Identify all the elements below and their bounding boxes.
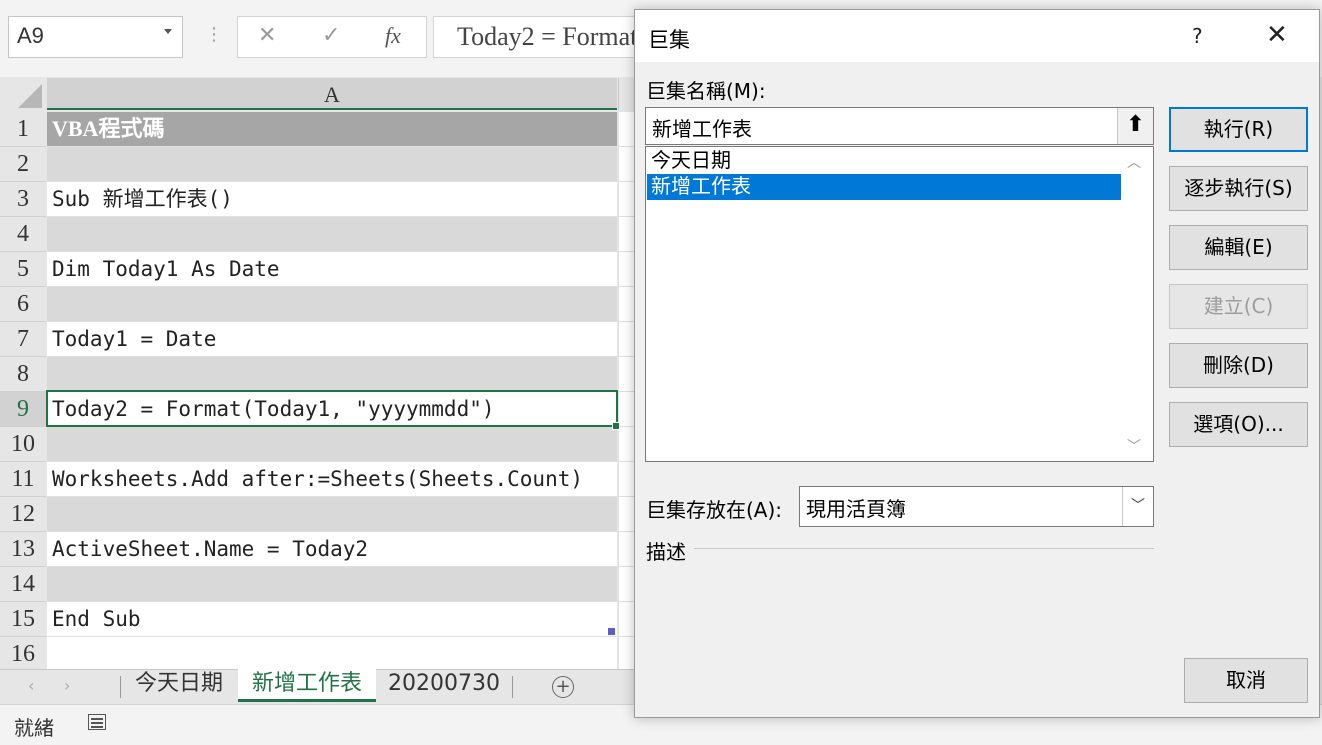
tab-separator [120,676,121,698]
cell-a6[interactable] [47,287,617,322]
macro-recording-icon[interactable] [88,714,106,730]
close-icon[interactable]: ✕ [1266,20,1288,50]
tab-separator [512,676,513,698]
row-header[interactable]: 4 [0,217,46,252]
row-header[interactable]: 9 [0,392,46,427]
function-icon[interactable]: fx [385,23,401,49]
row-header[interactable]: 1 [0,112,46,147]
description-label: 描述 [646,540,686,564]
check-icon[interactable]: ✓ [322,23,340,48]
cell-a4[interactable] [47,217,617,252]
row-header[interactable]: 7 [0,322,46,357]
macro-list-item-selected[interactable]: 新增工作表 [647,174,1121,200]
row-header[interactable]: 14 [0,567,46,602]
cell-a12[interactable] [47,497,617,532]
status-text: 就緒 [14,716,54,740]
create-button: 建立(C) [1169,284,1308,329]
options-button[interactable]: 選項(O)... [1169,402,1308,447]
row-header[interactable]: 15 [0,602,46,637]
tab-scroll-left-icon[interactable]: ‹ [28,676,34,695]
macro-name-input[interactable]: 新增工作表 [645,107,1154,145]
row-header[interactable]: 16 [0,637,46,672]
cell-a3[interactable]: Sub 新增工作表() [47,182,617,217]
row-header[interactable]: 11 [0,462,46,497]
cell-a11[interactable]: Worksheets.Add after:=Sheets(Sheets.Coun… [47,462,617,497]
cell-a7[interactable]: Today1 = Date [47,322,617,357]
tab-scroll-right-icon[interactable]: › [64,676,70,695]
store-in-select[interactable]: 現用活頁簿 [799,486,1154,527]
row-header[interactable]: 12 [0,497,46,532]
cell-a1[interactable]: VBA程式碼 [47,112,617,147]
select-all-icon [18,84,42,108]
sheet-tab-new-sheet[interactable]: 新增工作表 [238,669,376,702]
dialog-titlebar[interactable] [635,10,1319,62]
scroll-down-icon[interactable]: ﹀ [1127,436,1141,456]
row-header[interactable]: 13 [0,532,46,567]
row-header[interactable]: 5 [0,252,46,287]
delete-button[interactable]: 刪除(D) [1169,343,1308,388]
cell-a16[interactable] [47,637,617,672]
description-divider [694,548,1154,549]
cell-a8[interactable] [47,357,617,392]
chevron-down-icon[interactable] [164,29,172,34]
cell-a10[interactable] [47,427,617,462]
chevron-down-icon[interactable]: ﹀ [1122,487,1153,526]
collapse-dialog-icon[interactable]: ⬆ [1117,108,1153,144]
row-header[interactable]: 8 [0,357,46,392]
help-icon[interactable]: ? [1192,24,1203,48]
scroll-up-icon[interactable]: ︿ [1127,152,1141,172]
more-icon: ⋮ [205,24,223,45]
cell-a15[interactable]: End Sub [47,602,617,637]
run-button[interactable]: 執行(R) [1169,107,1308,152]
edit-button[interactable]: 編輯(E) [1169,225,1308,270]
sheet-tab-today[interactable]: 今天日期 [124,669,234,702]
macro-list-item[interactable]: 今天日期 [647,148,1121,174]
name-box[interactable]: A9 [8,16,183,58]
add-sheet-icon[interactable]: + [552,676,574,698]
cell-a5[interactable]: Dim Today1 As Date [47,252,617,287]
macro-name-label: 巨集名稱(M): [646,79,766,103]
column-header-a[interactable]: A [47,78,617,110]
autofill-marker [608,628,615,635]
dialog-title: 巨集 [648,28,690,52]
row-header[interactable]: 3 [0,182,46,217]
sheet-tab-20200730[interactable]: 20200730 [380,669,508,702]
cell-a2[interactable] [47,147,617,182]
row-header[interactable]: 2 [0,147,46,182]
store-in-label: 巨集存放在(A): [646,498,783,522]
cell-a13[interactable]: ActiveSheet.Name = Today2 [47,532,617,567]
active-cell-border [46,390,618,427]
formula-buttons: ✕ ✓ fx [237,16,427,58]
row-header[interactable]: 6 [0,287,46,322]
cancel-icon[interactable]: ✕ [258,23,276,48]
cell-a14[interactable] [47,567,617,602]
fill-handle[interactable] [612,422,620,430]
row-header[interactable]: 10 [0,427,46,462]
cancel-button[interactable]: 取消 [1184,658,1308,703]
step-into-button[interactable]: 逐步執行(S) [1169,166,1308,211]
